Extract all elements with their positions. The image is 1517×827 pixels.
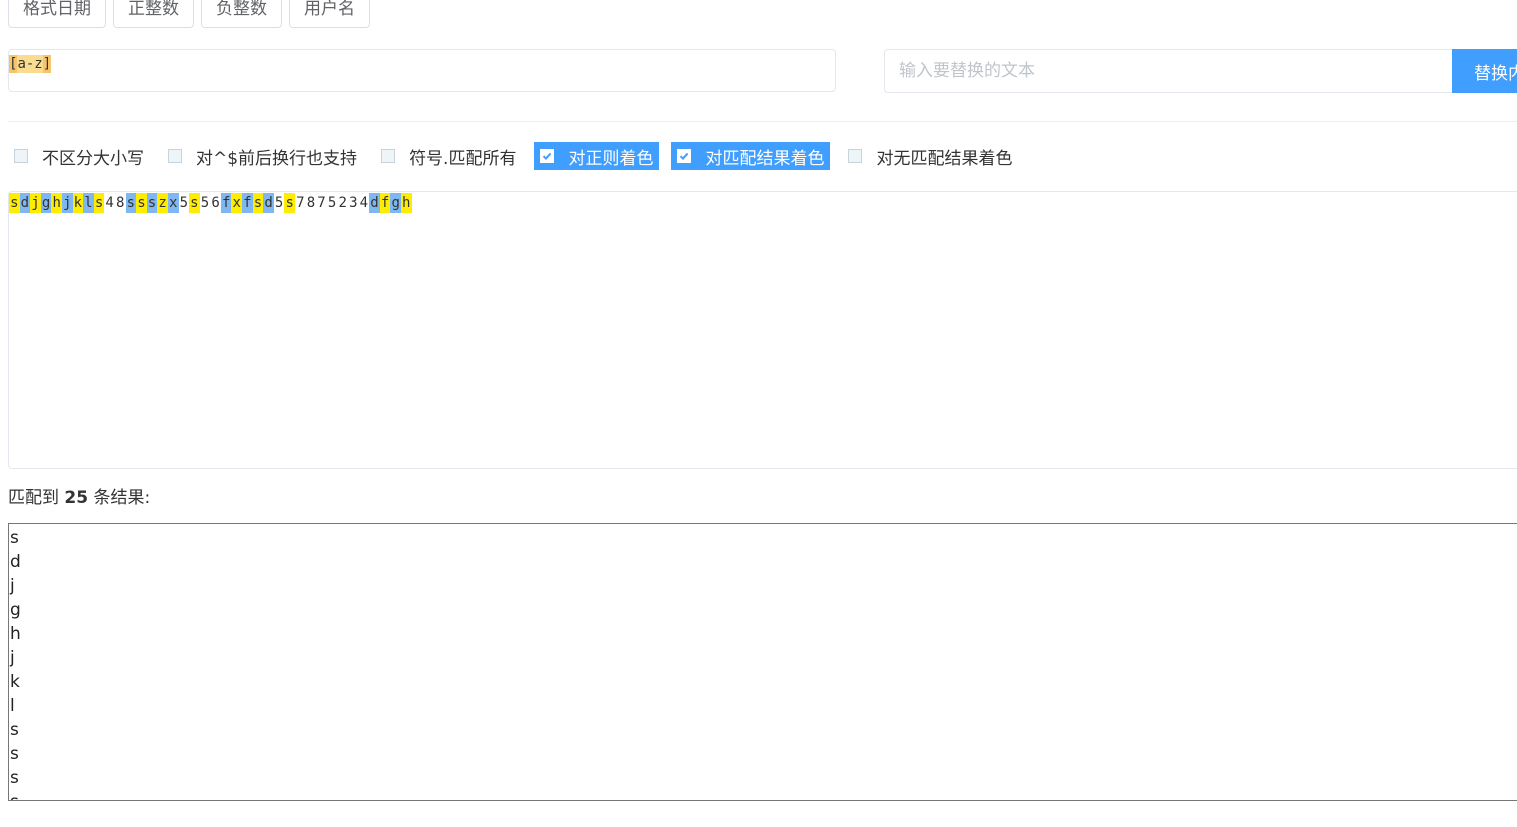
option-label: 不区分大小写	[42, 148, 144, 169]
checkbox-unchecked-icon	[168, 149, 182, 163]
option-label: 对正则着色	[568, 148, 654, 169]
regex-open-bracket: [	[9, 55, 18, 73]
match-char: h	[51, 193, 62, 213]
option-color-matches-checkbox[interactable]: 对匹配结果着色	[671, 142, 831, 170]
option-label: 对匹配结果着色	[705, 148, 825, 169]
match-char: s	[146, 193, 158, 213]
divider	[8, 121, 1517, 122]
match-char: s	[125, 193, 137, 213]
plain-char: 4	[359, 195, 369, 211]
match-item: g	[10, 600, 21, 620]
match-char: s	[252, 193, 264, 213]
match-char: x	[167, 193, 179, 213]
match-char: g	[40, 193, 52, 213]
result-count: 25	[64, 488, 89, 508]
replace-button[interactable]: 替换内容	[1452, 49, 1517, 93]
highlighted-sample-text: sdjghjkls48ssszx5s56fxfsd5s7875234dfgh	[9, 193, 1517, 213]
checkbox-checked-icon	[540, 149, 555, 163]
match-item: d	[10, 552, 21, 572]
replace-text-input[interactable]	[884, 49, 1453, 93]
match-char: d	[19, 193, 31, 213]
plain-char: 8	[116, 195, 125, 211]
option-multiline-checkbox[interactable]: 对^$前后换行也支持	[162, 142, 363, 170]
preset-positive-int-button[interactable]: 正整数	[113, 0, 194, 28]
match-item: l	[10, 696, 15, 716]
match-item: s	[10, 528, 19, 548]
preset-username-button[interactable]: 用户名	[289, 0, 370, 28]
option-color-nonmatches-checkbox[interactable]: 对无匹配结果着色	[842, 142, 1018, 170]
match-char: s	[284, 193, 296, 213]
plain-char: 4	[105, 195, 114, 211]
match-results-list[interactable]: sdjghjklssss	[8, 523, 1517, 801]
preset-date-button[interactable]: 格式日期	[8, 0, 106, 28]
result-summary: 匹配到 25 条结果:	[8, 483, 150, 508]
regex-highlighted-text: [a-z]	[9, 55, 52, 73]
checkbox-unchecked-icon	[381, 149, 396, 163]
match-char: f	[379, 193, 391, 213]
match-item: s	[10, 790, 1517, 800]
match-char: s	[9, 193, 20, 213]
match-item: s	[10, 744, 19, 764]
option-color-regex-checkbox[interactable]: 对正则着色	[534, 142, 660, 170]
match-char: d	[263, 193, 274, 213]
match-char: z	[157, 193, 168, 213]
preset-negative-int-button[interactable]: 负整数	[201, 0, 282, 28]
match-char: f	[242, 193, 253, 213]
match-char: s	[189, 193, 200, 213]
plain-char: 3	[349, 195, 358, 211]
checkbox-unchecked-icon	[14, 149, 28, 163]
plain-char: 5	[179, 195, 189, 211]
checkbox-checked-icon	[677, 149, 692, 163]
option-label: 对无匹配结果着色	[876, 148, 1013, 169]
match-char: s	[93, 193, 105, 213]
result-prefix: 匹配到	[8, 488, 65, 508]
match-item: s	[10, 768, 19, 788]
plain-char: 2	[338, 195, 347, 211]
option-label: 对^$前后换行也支持	[196, 148, 358, 169]
plain-char: 5	[327, 195, 337, 211]
option-label: 符号.匹配所有	[409, 148, 517, 169]
checkbox-unchecked-icon	[848, 149, 863, 163]
plain-char: 6	[211, 195, 220, 211]
match-char: d	[369, 193, 380, 213]
match-item: k	[10, 672, 20, 692]
plain-char: 5	[274, 195, 284, 211]
plain-char: 7	[317, 195, 326, 211]
match-item: j	[10, 648, 15, 668]
plain-char: 7	[296, 195, 305, 211]
regex-range: a-z	[17, 55, 43, 73]
regex-input[interactable]: [a-z]	[8, 49, 836, 92]
option-ignore-case-checkbox[interactable]: 不区分大小写	[8, 142, 150, 170]
match-char: f	[220, 193, 232, 213]
match-char: h	[400, 193, 412, 213]
match-char: s	[136, 193, 147, 213]
match-char: k	[72, 193, 84, 213]
match-item: s	[10, 720, 19, 740]
option-dotall-checkbox[interactable]: 符号.匹配所有	[375, 142, 522, 170]
match-item: j	[10, 576, 15, 596]
match-char: j	[30, 193, 41, 213]
preset-buttons: 格式日期 正整数 负整数 用户名	[8, 0, 370, 28]
match-char: x	[231, 193, 243, 213]
match-char: l	[83, 193, 94, 213]
plain-char: 8	[306, 195, 316, 211]
result-suffix: 条结果:	[88, 488, 151, 508]
match-char: g	[390, 193, 401, 213]
match-item: h	[10, 624, 21, 644]
plain-char: 5	[200, 195, 210, 211]
regex-close-bracket: ]	[42, 55, 52, 73]
match-char: j	[61, 193, 73, 213]
test-text-area[interactable]: sdjghjkls48ssszx5s56fxfsd5s7875234dfgh	[8, 191, 1517, 469]
options-row: 不区分大小写 对^$前后换行也支持 符号.匹配所有 对正则着色 对匹配结果着色 对无匹配结…	[8, 142, 1018, 170]
